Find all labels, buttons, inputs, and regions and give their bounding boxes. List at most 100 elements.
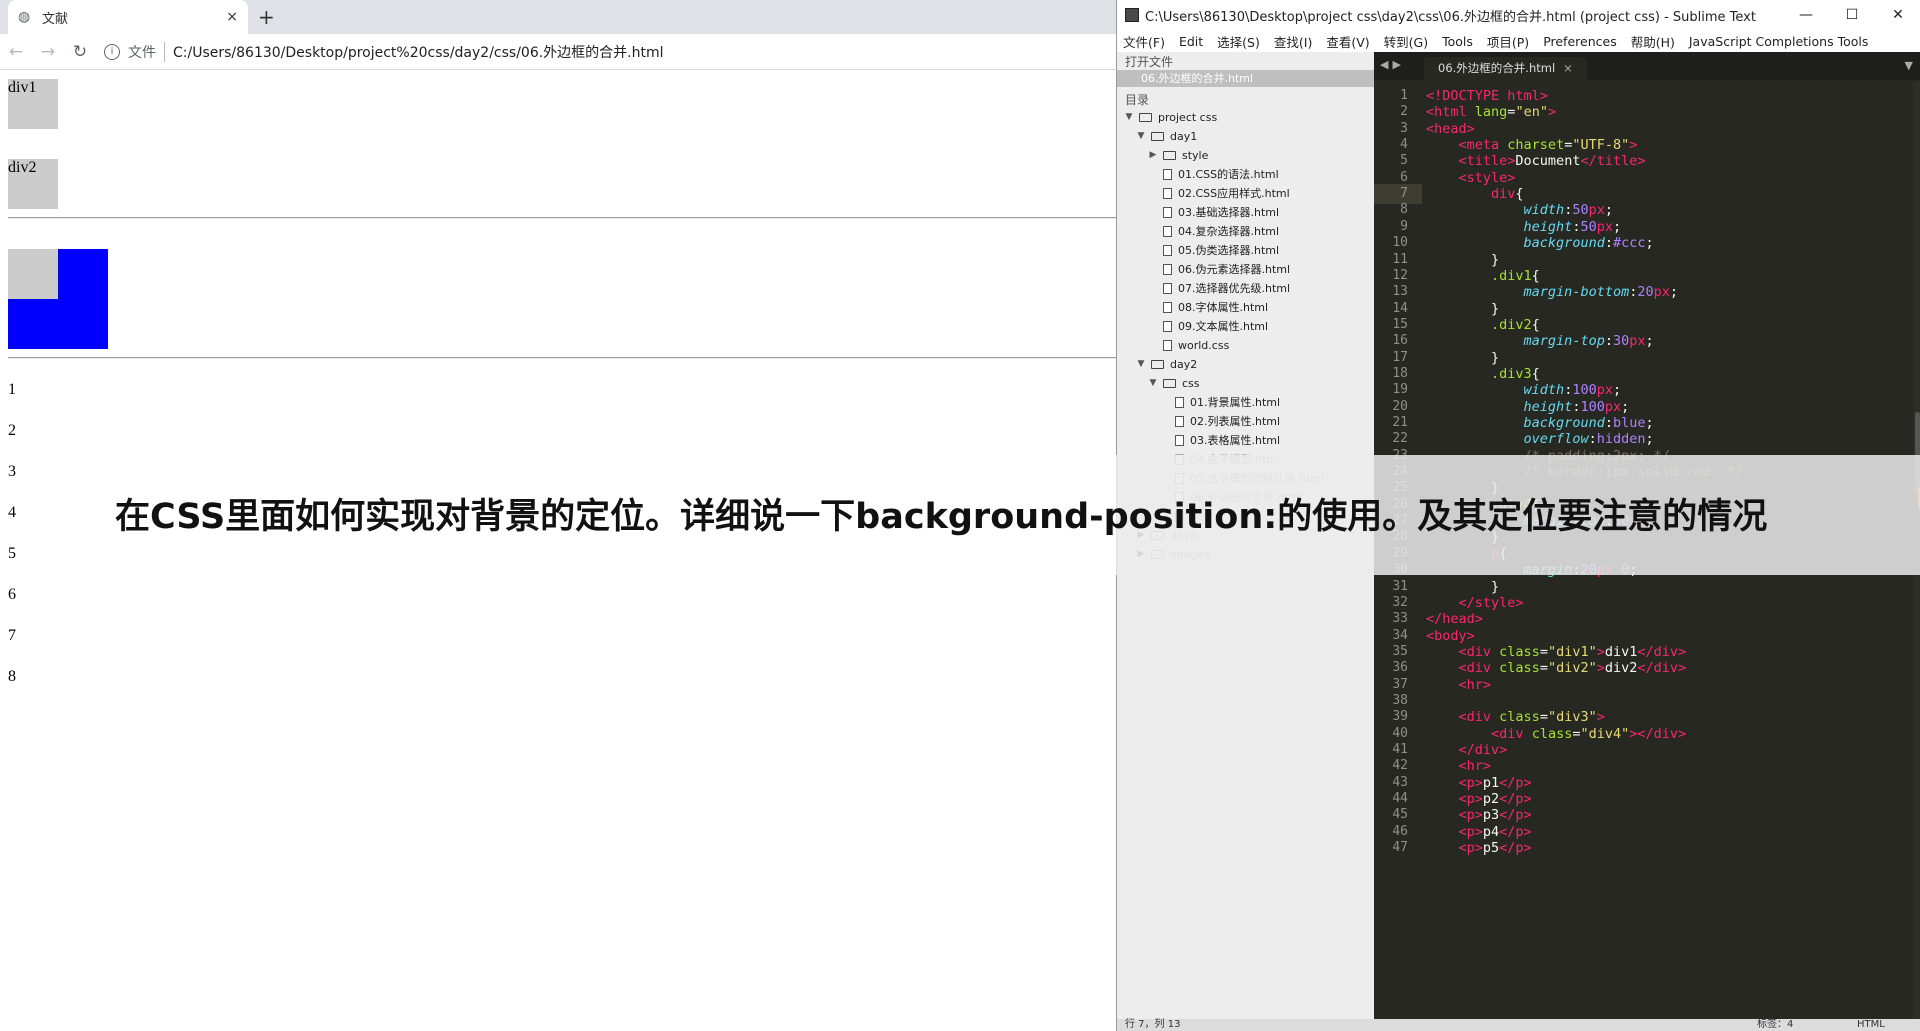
menu-selection[interactable]: 选择(S) [1217, 32, 1260, 51]
menu-goto[interactable]: 转到(G) [1384, 32, 1428, 51]
tree-item-label: 08.字体属性.html [1178, 301, 1269, 314]
paragraph: 8 [8, 668, 16, 685]
browser-toolbar: ← → ↻ i 文件 C:/Users/86130/Desktop/projec… [0, 34, 1116, 70]
minimize-icon[interactable]: — [1783, 7, 1829, 23]
code-line[interactable]: <hr> [1426, 675, 1492, 695]
menu-help[interactable]: 帮助(H) [1631, 32, 1675, 51]
open-files-header: 打开文件 [1125, 55, 1174, 69]
paragraph: 5 [8, 545, 16, 562]
file-icon [1163, 169, 1172, 180]
tree-folder[interactable]: ▼ css [1147, 374, 1200, 393]
maximize-icon[interactable]: ☐ [1829, 7, 1875, 23]
status-bar: 行 7，列 13 标签：4 HTML [1117, 1019, 1920, 1031]
address-bar[interactable]: i 文件 C:/Users/86130/Desktop/project%20cs… [104, 41, 664, 62]
tree-item-label: 04.复杂选择器.html [1178, 225, 1280, 238]
file-icon [1163, 321, 1172, 332]
overlay-question-text: 在CSS里面如何实现对背景的定位。详细说一下background-positio… [115, 497, 1768, 537]
tree-file[interactable]: 03.表格属性.html [1159, 431, 1280, 450]
menu-view[interactable]: 查看(V) [1326, 32, 1369, 51]
demo-div4-gray-box [8, 249, 58, 299]
paragraph: 2 [8, 422, 16, 439]
paragraph: 4 [8, 504, 16, 521]
line-number: 47 [1392, 840, 1408, 856]
paragraph: 6 [8, 586, 16, 603]
disclosure-open-icon[interactable]: ▼ [1123, 108, 1135, 127]
tree-file[interactable]: 05.伪类选择器.html [1147, 241, 1279, 260]
close-icon[interactable]: ✕ [1875, 7, 1920, 23]
menu-tools[interactable]: Tools [1442, 34, 1473, 49]
cursor-position: 行 7，列 13 [1125, 1019, 1181, 1030]
info-icon[interactable]: i [104, 43, 120, 60]
file-icon [1163, 188, 1172, 199]
reload-icon[interactable]: ↻ [64, 42, 96, 62]
tree-folder[interactable]: ▼ project css [1123, 108, 1218, 127]
tree-file[interactable]: 01.背景属性.html [1159, 393, 1280, 412]
demo-div1: div1 [8, 79, 58, 129]
tab-dropdown-icon[interactable]: ▼ [1905, 59, 1913, 72]
menu-js-completions[interactable]: JavaScript Completions Tools [1689, 34, 1869, 49]
browser-tab[interactable]: ◍ 文献 × [8, 0, 248, 34]
tree-item-label: 03.基础选择器.html [1178, 206, 1280, 219]
file-icon [1163, 302, 1172, 313]
address-scheme-label: 文件 [128, 41, 165, 62]
menu-project[interactable]: 项目(P) [1487, 32, 1529, 51]
editor-tabbar: ◀▶ 06.外边框的合并.html × ▼ [1374, 52, 1920, 80]
address-url[interactable]: C:/Users/86130/Desktop/project%20css/day… [173, 42, 664, 62]
tree-file[interactable]: 09.文本属性.html [1147, 317, 1268, 336]
disclosure-open-icon[interactable]: ▼ [1135, 127, 1147, 146]
open-file-item[interactable]: 06.外边框的合并.html [1117, 70, 1374, 87]
menu-preferences[interactable]: Preferences [1543, 34, 1617, 49]
folder-icon [1163, 379, 1176, 388]
menu-find[interactable]: 查找(I) [1274, 32, 1312, 51]
tree-folder[interactable]: ▶ style [1147, 146, 1209, 165]
tree-file[interactable]: 02.CSS应用样式.html [1147, 184, 1290, 203]
tree-file[interactable]: 06.伪元素选择器.html [1147, 260, 1290, 279]
tree-item-label: 09.文本属性.html [1178, 320, 1269, 333]
file-icon [1163, 283, 1172, 294]
tree-file[interactable]: 01.CSS的语法.html [1147, 165, 1279, 184]
tree-file[interactable]: 03.基础选择器.html [1147, 203, 1279, 222]
disclosure-open-icon[interactable]: ▼ [1147, 374, 1159, 393]
file-icon [1175, 397, 1184, 408]
tab-title: 文献 [42, 11, 69, 27]
file-icon [1163, 264, 1172, 275]
tree-file[interactable]: 08.字体属性.html [1147, 298, 1268, 317]
tab-scroll-arrows-icon[interactable]: ◀▶ [1380, 58, 1405, 71]
new-tab-button[interactable]: + [258, 6, 275, 28]
menu-edit[interactable]: Edit [1179, 34, 1203, 49]
forward-arrow-icon[interactable]: → [32, 42, 64, 62]
tree-item-label: 02.列表属性.html [1190, 415, 1281, 428]
browser-tabstrip: ◍ 文献 × + [0, 0, 1116, 34]
tree-item-label: 05.伪类选择器.html [1178, 244, 1280, 257]
syntax-indicator[interactable]: HTML [1857, 1019, 1885, 1031]
tree-file[interactable]: 04.复杂选择器.html [1147, 222, 1279, 241]
editor-tab-close-icon[interactable]: × [1563, 61, 1573, 75]
file-icon [1163, 226, 1172, 237]
folder-icon [1139, 113, 1152, 122]
folders-header: 目录 [1125, 93, 1150, 107]
tree-folder[interactable]: ▼ day2 [1135, 355, 1198, 374]
paragraph: 3 [8, 463, 16, 480]
disclosure-open-icon[interactable]: ▼ [1135, 355, 1147, 374]
horizontal-rule [8, 357, 1116, 359]
globe-icon: ◍ [18, 9, 31, 25]
editor-tab[interactable]: 06.外边框的合并.html × [1424, 57, 1587, 80]
tree-item-label: 03.表格属性.html [1190, 434, 1281, 447]
disclosure-closed-icon[interactable]: ▶ [1147, 146, 1159, 165]
tab-close-icon[interactable]: × [226, 9, 238, 25]
tree-item-label: project css [1158, 111, 1218, 124]
tree-file[interactable]: world.css [1147, 336, 1229, 355]
back-arrow-icon[interactable]: ← [0, 42, 32, 62]
tree-folder[interactable]: ▼ day1 [1135, 127, 1198, 146]
demo-div3-blue-box [8, 249, 108, 349]
tree-item-label: css [1182, 377, 1200, 390]
tab-size-indicator[interactable]: 标签：4 [1757, 1019, 1793, 1031]
menu-file[interactable]: 文件(F) [1123, 32, 1165, 51]
page-viewport: div1 div2 1 2 3 4 5 6 7 8 [0, 71, 1116, 1031]
code-line[interactable]: <p>p5</p> [1426, 838, 1532, 858]
folder-icon [1163, 151, 1176, 160]
file-icon [1163, 340, 1172, 351]
tree-file[interactable]: 07.选择器优先级.html [1147, 279, 1290, 298]
sublime-app-icon [1125, 8, 1139, 22]
tree-file[interactable]: 02.列表属性.html [1159, 412, 1280, 431]
